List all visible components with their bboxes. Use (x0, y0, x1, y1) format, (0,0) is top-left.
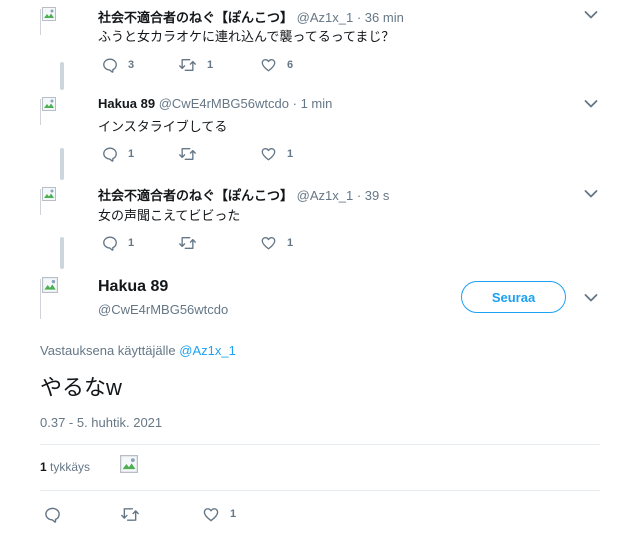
retweet-icon (178, 146, 197, 162)
liker-avatar[interactable] (120, 455, 142, 477)
tweet-text: 女の声聞こえてビビった (98, 208, 241, 223)
tweet[interactable]: 社会不適合者のねぐ【ぽんこつ】 @Az1x_1 · 39 s 女の声聞こえてビビ… (0, 180, 638, 270)
retweet-icon (120, 506, 140, 523)
author-handle[interactable]: @Az1x_1 (297, 188, 354, 203)
like-button[interactable]: 1 (202, 505, 236, 523)
tweet-time[interactable]: 39 s (365, 188, 390, 203)
tweet-header: 社会不適合者のねぐ【ぽんこつ】 @Az1x_1 · 36 min (98, 7, 404, 26)
likes-label: tykkäys (50, 460, 91, 474)
broken-image-icon (42, 277, 58, 293)
reply-count: 3 (128, 59, 135, 71)
broken-image-icon (42, 187, 56, 201)
avatar-border (40, 189, 41, 215)
reply-button[interactable] (44, 505, 71, 523)
tweet[interactable]: 社会不適合者のねぐ【ぽんこつ】 @Az1x_1 · 36 min ふうと女カラオ… (0, 0, 638, 90)
main-tweet-text: やるなw (40, 375, 122, 400)
retweet-icon (178, 235, 197, 251)
reply-button[interactable]: 3 (102, 56, 134, 74)
reply-icon (102, 235, 118, 251)
follow-button[interactable]: Seuraa (461, 281, 566, 313)
like-icon (260, 57, 277, 73)
avatar-border (40, 279, 41, 319)
avatar-border (40, 99, 41, 125)
like-button[interactable]: 6 (260, 56, 293, 74)
thread-line (60, 148, 64, 180)
like-count: 1 (287, 237, 294, 249)
retweet-button[interactable] (178, 234, 207, 252)
main-author-handle[interactable]: @CwE4rMBG56wtcdo (98, 302, 228, 317)
reply-count: 1 (128, 148, 135, 160)
broken-image-icon (42, 97, 56, 111)
retweet-icon (178, 57, 197, 73)
reply-context: Vastauksena käyttäjälle @Az1x_1 (40, 343, 236, 358)
author-name[interactable]: 社会不適合者のねぐ【ぽんこつ】 (98, 188, 293, 203)
tweet-text: インスタライブしてる (98, 119, 228, 134)
broken-image-icon (120, 455, 138, 473)
tweet-text: ふうと女カラオケに連れ込んで襲ってるってまじ？ (98, 29, 395, 44)
likes-summary[interactable]: 1 tykkäys (40, 460, 90, 474)
main-timestamp[interactable]: 0.37 - 5. huhtik. 2021 (40, 415, 162, 430)
like-count: 1 (230, 508, 237, 520)
reply-icon (102, 57, 118, 73)
author-handle[interactable]: @CwE4rMBG56wtcdo (159, 96, 289, 111)
tweet-header: 社会不適合者のねぐ【ぽんこつ】 @Az1x_1 · 39 s (98, 185, 389, 204)
tweet-time[interactable]: 36 min (365, 10, 404, 25)
chevron-down-icon[interactable] (584, 293, 598, 303)
retweet-button[interactable] (178, 145, 207, 163)
like-count: 1 (287, 148, 294, 160)
chevron-down-icon[interactable] (584, 99, 598, 109)
retweet-button[interactable]: 1 (178, 56, 213, 74)
reply-button[interactable]: 1 (102, 234, 134, 252)
chevron-down-icon[interactable] (584, 189, 598, 199)
divider (40, 444, 600, 445)
tweet-header: Hakua 89 @CwE4rMBG56wtcdo · 1 min (98, 96, 332, 111)
author-name[interactable]: Hakua 89 (98, 96, 155, 111)
separator-dot: · (292, 96, 297, 111)
like-icon (260, 235, 277, 251)
avatar[interactable] (40, 95, 66, 125)
reply-prefix: Vastauksena käyttäjälle (40, 343, 176, 358)
like-count: 6 (287, 59, 294, 71)
tweet-time[interactable]: 1 min (301, 96, 333, 111)
reply-icon (44, 506, 61, 523)
like-icon (202, 506, 220, 523)
tweet[interactable]: Hakua 89 @CwE4rMBG56wtcdo · 1 min インスタライ… (0, 90, 638, 180)
separator-dot: · (356, 188, 362, 203)
likes-count: 1 (40, 460, 47, 474)
separator-dot: · (356, 10, 362, 25)
reply-button[interactable]: 1 (102, 145, 134, 163)
retweet-count: 1 (207, 59, 214, 71)
avatar-border (40, 9, 41, 35)
thread-line (60, 62, 64, 90)
chevron-down-icon[interactable] (584, 10, 598, 20)
reply-mention-link[interactable]: @Az1x_1 (179, 343, 236, 358)
like-button[interactable]: 1 (260, 234, 293, 252)
reply-icon (102, 146, 118, 162)
avatar[interactable] (40, 185, 66, 215)
main-avatar[interactable] (40, 275, 80, 319)
main-author-name[interactable]: Hakua 89 (98, 278, 168, 296)
thread-line (60, 237, 64, 269)
like-icon (260, 146, 277, 162)
avatar[interactable] (40, 5, 66, 35)
divider (40, 490, 600, 491)
reply-count: 1 (128, 237, 135, 249)
like-button[interactable]: 1 (260, 145, 293, 163)
author-handle[interactable]: @Az1x_1 (297, 10, 354, 25)
broken-image-icon (42, 7, 56, 21)
author-name[interactable]: 社会不適合者のねぐ【ぽんこつ】 (98, 10, 293, 25)
retweet-button[interactable] (120, 505, 150, 523)
